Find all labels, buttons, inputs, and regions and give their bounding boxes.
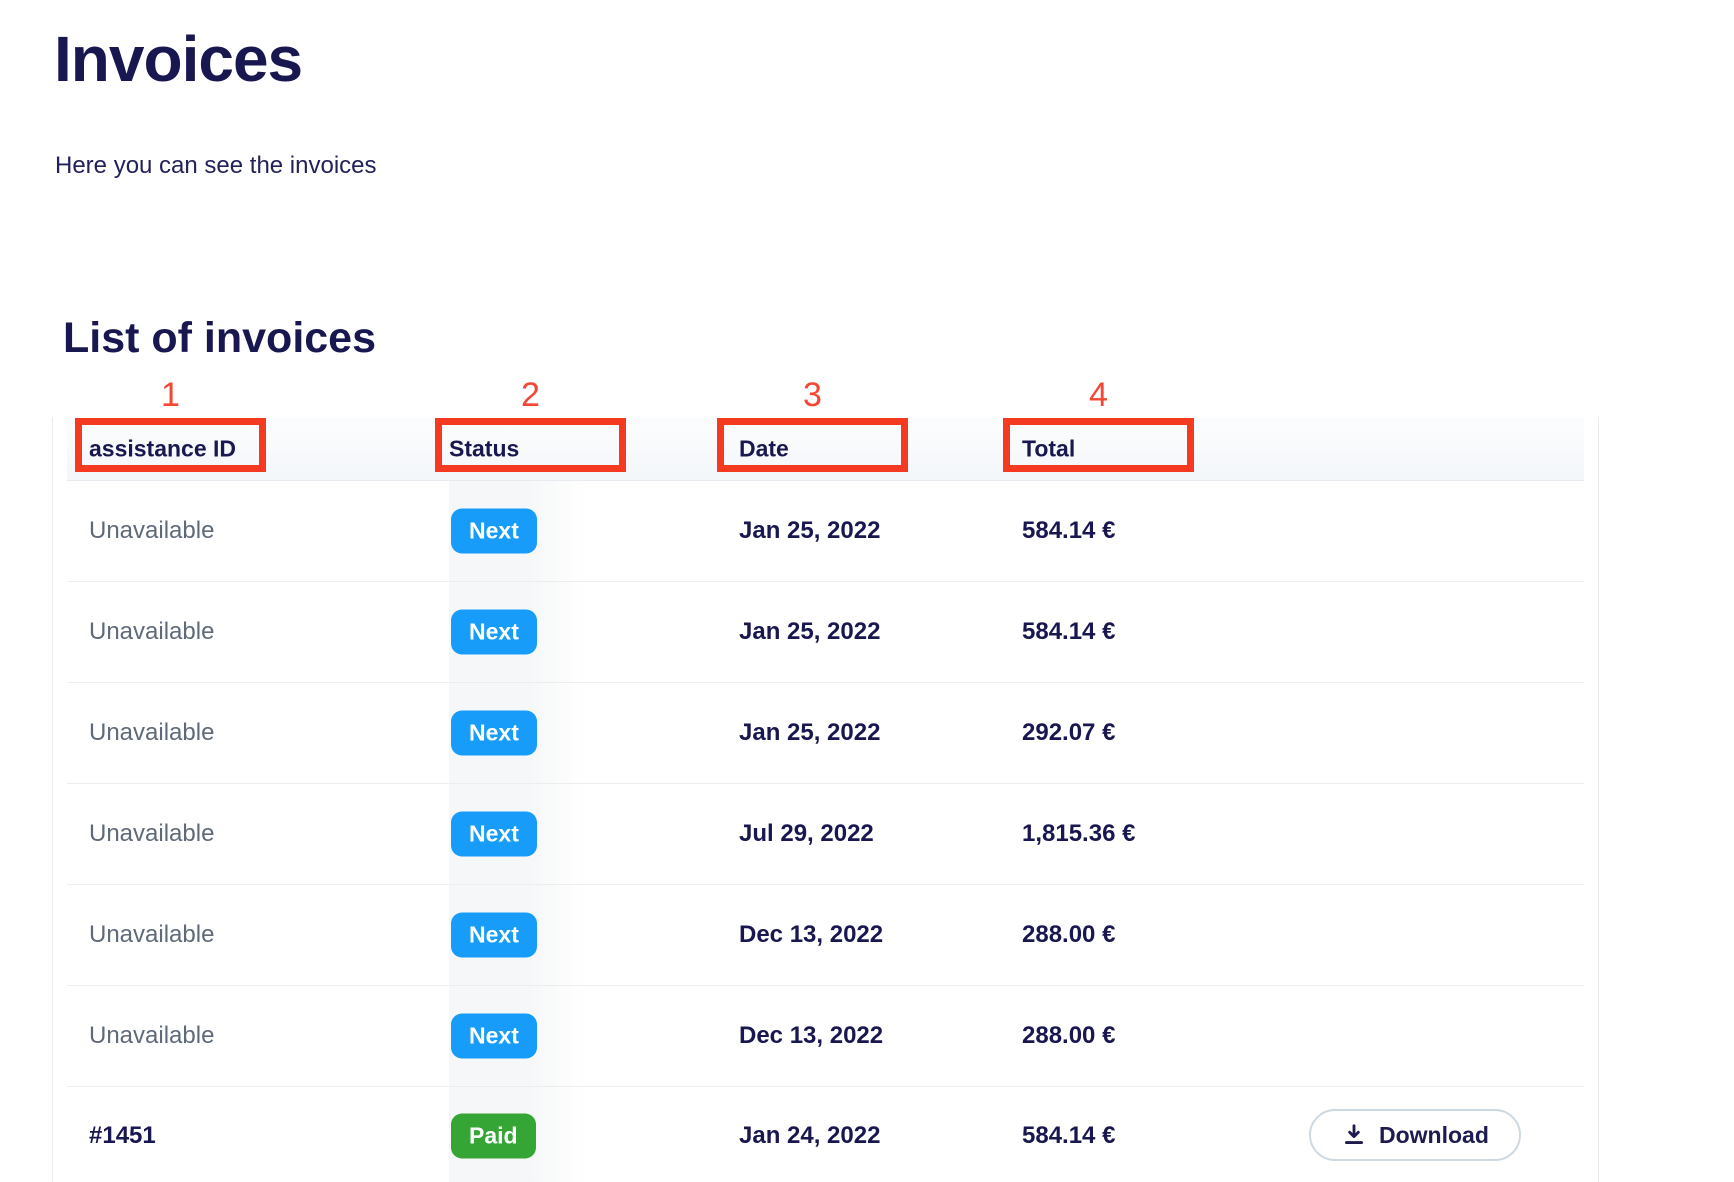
table-row: Unavailable Next Jan 25, 2022 584.14 € [67, 481, 1584, 582]
assistance-id-value: #1451 [89, 1122, 156, 1150]
table-row: #1451 Paid Jan 24, 2022 584.14 € Downloa… [67, 1087, 1584, 1182]
annotation-number-1: 1 [75, 376, 266, 415]
table-row: Unavailable Next Dec 13, 2022 288.00 € [67, 986, 1584, 1087]
invoice-table-header: assistance ID Status Date Total [67, 417, 1584, 481]
invoices-page: Invoices Here you can see the invoices L… [0, 0, 1734, 1182]
invoice-table-card: assistance ID Status Date Total Unavaila… [52, 417, 1599, 1182]
annotation-number-3: 3 [717, 376, 908, 415]
table-row: Unavailable Next Jul 29, 2022 1,815.36 € [67, 784, 1584, 885]
status-badge: Next [451, 913, 537, 958]
column-header-total: Total [1022, 435, 1075, 462]
assistance-id-value: Unavailable [89, 820, 214, 848]
annotation-number-4: 4 [1003, 376, 1194, 415]
table-row: Unavailable Next Jan 25, 2022 292.07 € [67, 683, 1584, 784]
column-header-date: Date [739, 435, 789, 462]
assistance-id-value: Unavailable [89, 517, 214, 545]
assistance-id-value: Unavailable [89, 618, 214, 646]
page-subtitle: Here you can see the invoices [55, 152, 377, 180]
invoice-total: 288.00 € [1022, 1022, 1115, 1050]
page-title: Invoices [54, 22, 302, 96]
invoice-date: Jan 25, 2022 [739, 719, 880, 747]
status-badge: Paid [451, 1114, 536, 1159]
column-header-status: Status [449, 435, 519, 462]
invoice-date: Dec 13, 2022 [739, 1022, 883, 1050]
assistance-id-value: Unavailable [89, 1022, 214, 1050]
invoice-total: 1,815.36 € [1022, 820, 1135, 848]
invoice-date: Dec 13, 2022 [739, 921, 883, 949]
status-badge: Next [451, 610, 537, 655]
download-button-label: Download [1379, 1122, 1489, 1149]
table-row: Unavailable Next Dec 13, 2022 288.00 € [67, 885, 1584, 986]
section-title: List of invoices [63, 314, 376, 363]
invoice-date: Jan 24, 2022 [739, 1122, 880, 1150]
assistance-id-value: Unavailable [89, 921, 214, 949]
invoice-total: 584.14 € [1022, 618, 1115, 646]
invoice-total: 584.14 € [1022, 517, 1115, 545]
status-badge: Next [451, 509, 537, 554]
annotation-number-2: 2 [435, 376, 626, 415]
download-button[interactable]: Download [1309, 1109, 1521, 1161]
table-row: Unavailable Next Jan 25, 2022 584.14 € [67, 582, 1584, 683]
invoice-total: 292.07 € [1022, 719, 1115, 747]
invoice-date: Jan 25, 2022 [739, 517, 880, 545]
download-icon [1341, 1122, 1367, 1148]
invoice-date: Jan 25, 2022 [739, 618, 880, 646]
invoice-total: 288.00 € [1022, 921, 1115, 949]
assistance-id-value: Unavailable [89, 719, 214, 747]
column-header-assistance-id: assistance ID [89, 435, 236, 462]
status-badge: Next [451, 711, 537, 756]
status-badge: Next [451, 812, 537, 857]
invoice-date: Jul 29, 2022 [739, 820, 874, 848]
invoice-total: 584.14 € [1022, 1122, 1115, 1150]
status-badge: Next [451, 1014, 537, 1059]
